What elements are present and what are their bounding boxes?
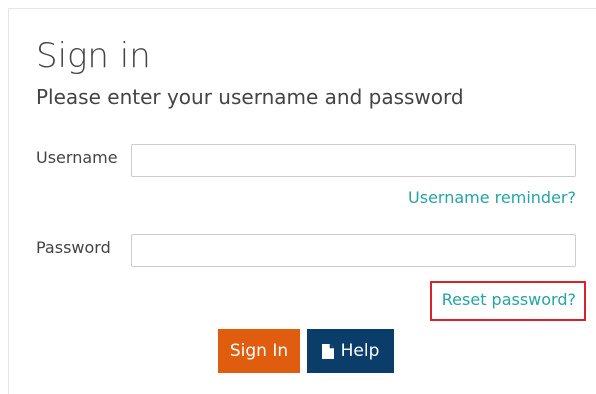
sign-in-button[interactable]: Sign In (218, 329, 300, 373)
password-input[interactable] (131, 234, 576, 267)
help-button-label: Help (340, 341, 380, 361)
page-title: Sign in (36, 36, 151, 76)
help-button[interactable]: Help (307, 329, 394, 373)
password-label: Password (36, 238, 111, 257)
username-reminder-link[interactable]: Username reminder? (408, 188, 576, 208)
page-subtitle: Please enter your username and password (36, 85, 464, 109)
reset-password-link[interactable]: Reset password? (442, 290, 576, 310)
document-icon (321, 343, 334, 359)
username-label: Username (36, 148, 118, 167)
username-input[interactable] (131, 144, 576, 177)
